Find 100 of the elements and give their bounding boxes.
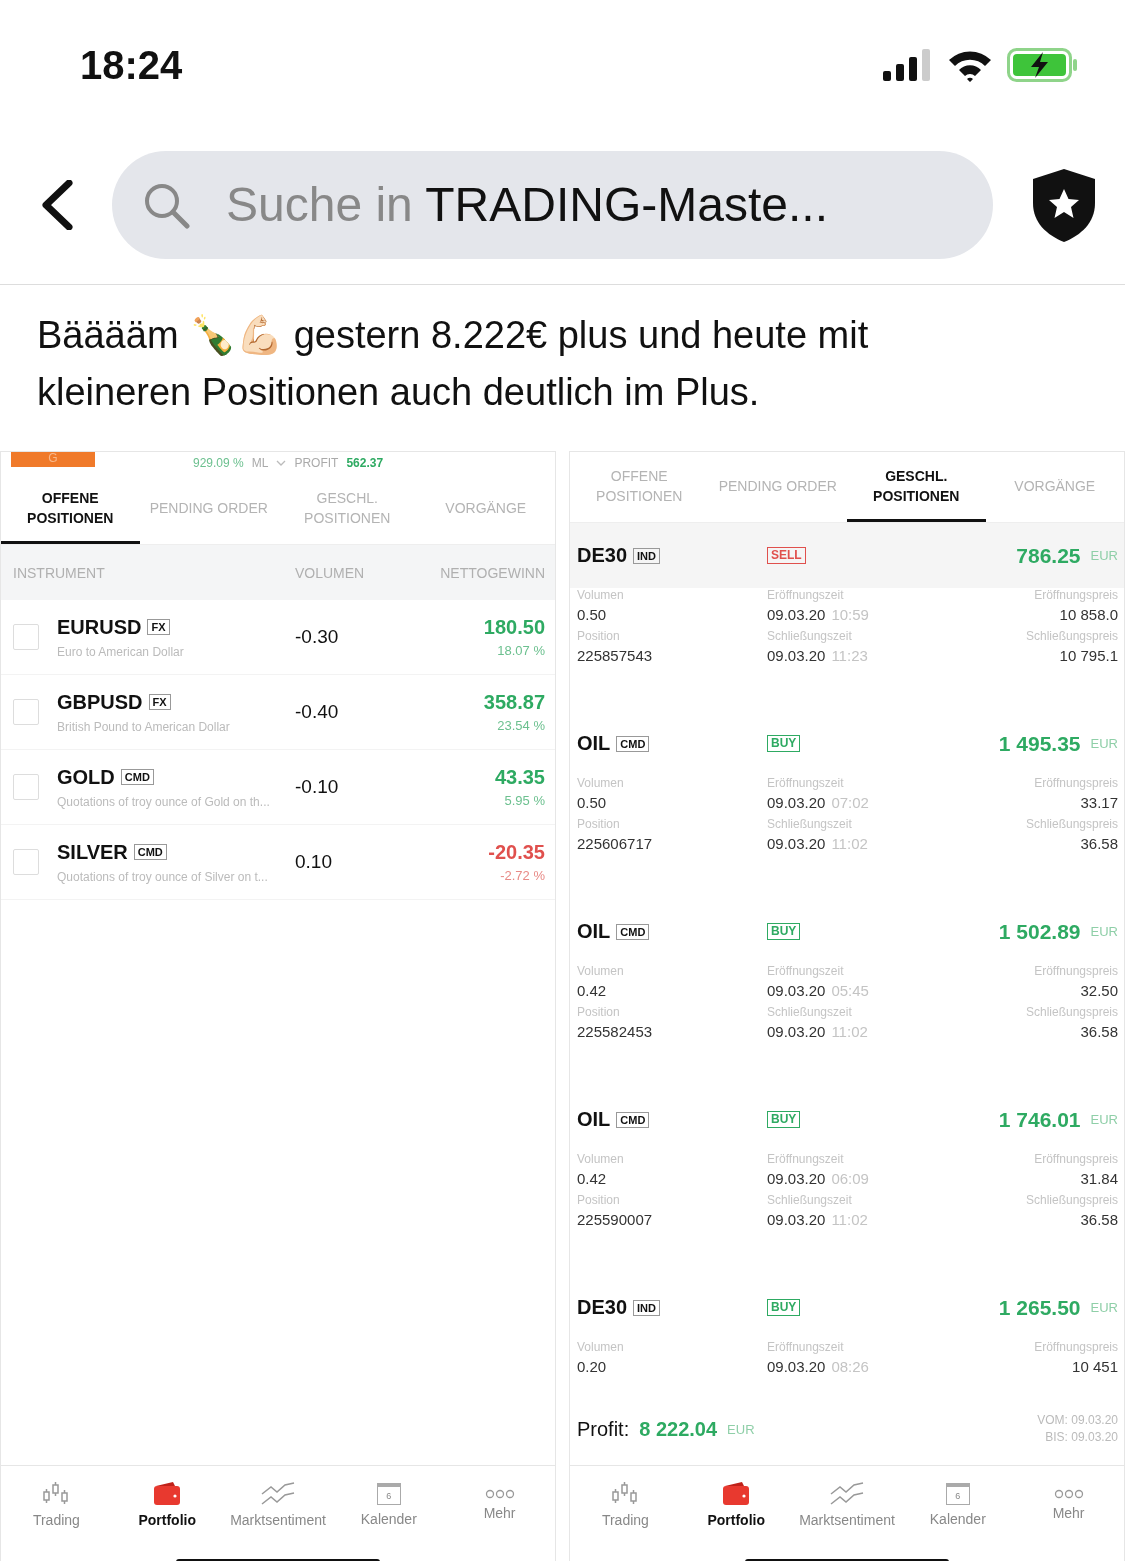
instrument-symbol: DE30 [577, 1296, 628, 1319]
search-field[interactable]: Suche in TRADING-Maste... [112, 150, 993, 259]
trade-profit: 786.25 [1016, 543, 1081, 568]
instrument-tag: CMD [616, 923, 650, 940]
instrument-symbol: EURUSD [57, 615, 142, 639]
field-value: 36.58 [1080, 1211, 1118, 1228]
field-label: Eröffnungszeit [767, 776, 845, 790]
nav-tab[interactable]: Portfolio [680, 1466, 792, 1544]
field-value: 09.03.20 [767, 1358, 826, 1375]
calendar-icon: 6 [376, 1483, 401, 1505]
field-label: Position [577, 629, 621, 643]
trend-lines-icon [830, 1482, 864, 1506]
nav-tab[interactable]: Mehr [444, 1466, 555, 1544]
instrument-symbol: OIL [577, 732, 611, 755]
net-profit: 358.87 [482, 691, 545, 714]
instrument-description: Quotations of troy ounce of Gold on th... [57, 794, 271, 809]
field-value: 32.50 [1080, 982, 1118, 999]
chevron-down-icon [276, 460, 287, 466]
nav-tab[interactable]: Marktsentiment [791, 1466, 903, 1544]
column-header: VOLUMEN [295, 564, 366, 581]
tab[interactable]: OFFENE POSITIONEN [570, 452, 709, 522]
field-value: 225606717 [577, 835, 653, 852]
nav-tab[interactable]: Trading [1, 1466, 112, 1544]
field-value: 0.50 [577, 606, 607, 623]
tab[interactable]: VORGÄNGE [985, 452, 1124, 522]
wifi-icon [947, 48, 993, 82]
field-label: Schließungspreis [1025, 1005, 1118, 1019]
nav-tab[interactable]: Marktsentiment [222, 1466, 334, 1544]
field-label: Volumen [577, 1340, 625, 1354]
nav-tab[interactable]: Portfolio [111, 1466, 223, 1544]
field-value: 0.20 [577, 1358, 607, 1375]
checkbox[interactable] [13, 624, 39, 650]
instrument-symbol: DE30 [577, 544, 628, 567]
instrument-tag: CMD [133, 844, 167, 860]
field-label: Eröffnungszeit [767, 1152, 845, 1166]
instrument-tag: IND [633, 1299, 660, 1316]
field-value: 225582453 [577, 1023, 653, 1040]
field-value: 225590007 [577, 1211, 653, 1228]
nav-tab[interactable]: Trading [570, 1466, 681, 1544]
field-value: 09.03.20 [767, 1211, 826, 1228]
field-value: 09.03.20 [767, 647, 826, 664]
trade-profit: 1 265.50 [998, 1295, 1081, 1320]
field-time: 05:45 [831, 982, 869, 999]
field-label: Schließungszeit [767, 817, 853, 831]
field-value: 33.17 [1080, 794, 1118, 811]
shield-star-icon[interactable] [1031, 166, 1097, 243]
trade-side-tag: BUY [767, 1299, 801, 1316]
field-value: 36.58 [1080, 835, 1118, 852]
tab[interactable]: PENDING ORDER [708, 452, 847, 522]
checkbox[interactable] [13, 774, 39, 800]
tab[interactable]: GESCHL. POSITIONEN [278, 474, 417, 544]
instrument-tag: CMD [616, 1111, 650, 1128]
field-label: Schließungspreis [1025, 629, 1118, 643]
field-label: Eröffnungszeit [767, 964, 845, 978]
field-value: 10 795.1 [1059, 647, 1118, 664]
field-label: Eröffnungspreis [1034, 588, 1118, 602]
trade-profit: 1 502.89 [998, 919, 1081, 944]
field-value: 10 451 [1072, 1358, 1118, 1375]
checkbox[interactable] [13, 849, 39, 875]
margin-level: 929.09 % [193, 456, 244, 470]
trade-profit: 1 495.35 [998, 731, 1081, 756]
trade-side-tag: BUY [767, 1111, 801, 1128]
field-value: 0.50 [577, 794, 607, 811]
more-dots-icon [484, 1489, 515, 1499]
profit-percent: 18.07 % [496, 643, 545, 658]
wallet-icon [153, 1482, 182, 1506]
field-label: Volumen [577, 776, 625, 790]
post-text: Bääääm 🍾💪🏻 gestern 8.222€ plus und heute mit kleineren Positionen auch deutlich im Plus. [37, 313, 870, 415]
field-time: 11:02 [831, 1211, 868, 1228]
field-time: 08:26 [831, 1358, 869, 1375]
instrument-tag: FX [147, 619, 170, 635]
checkbox[interactable] [13, 699, 39, 725]
more-dots-icon [1053, 1489, 1084, 1499]
currency-label: EUR [1090, 548, 1118, 563]
field-label: Eröffnungszeit [767, 1340, 845, 1354]
trade-profit: 1 746.01 [998, 1107, 1081, 1132]
clock-time: 18:24 [80, 42, 183, 88]
nav-tab[interactable]: 6 Kalender [333, 1466, 445, 1544]
volume-value: -0.10 [295, 776, 340, 798]
field-label: Schließungspreis [1025, 1193, 1118, 1207]
volume-value: -0.40 [295, 701, 340, 723]
instrument-description: British Pound to American Dollar [57, 719, 231, 734]
candlestick-icon [611, 1482, 640, 1506]
nav-tab[interactable]: 6 Kalender [902, 1466, 1014, 1544]
nav-tab[interactable]: Mehr [1013, 1466, 1124, 1544]
field-label: Position [577, 1005, 621, 1019]
field-label: Schließungszeit [767, 629, 853, 643]
instrument-tag: FX [148, 694, 171, 710]
instrument-tag: CMD [616, 735, 650, 752]
field-time: 07:02 [831, 794, 869, 811]
net-profit: -20.35 [487, 841, 545, 864]
field-value: 09.03.20 [767, 1170, 826, 1187]
profit-value: 562.37 [346, 456, 384, 470]
net-profit: 180.50 [482, 616, 545, 639]
tab[interactable]: PENDING ORDER [139, 474, 278, 544]
back-icon[interactable] [40, 179, 74, 230]
volume-value: -0.30 [295, 626, 340, 648]
tab[interactable]: VORGÄNGE [416, 474, 555, 544]
profit-percent: 23.54 % [496, 718, 545, 733]
field-label: Volumen [577, 1152, 625, 1166]
